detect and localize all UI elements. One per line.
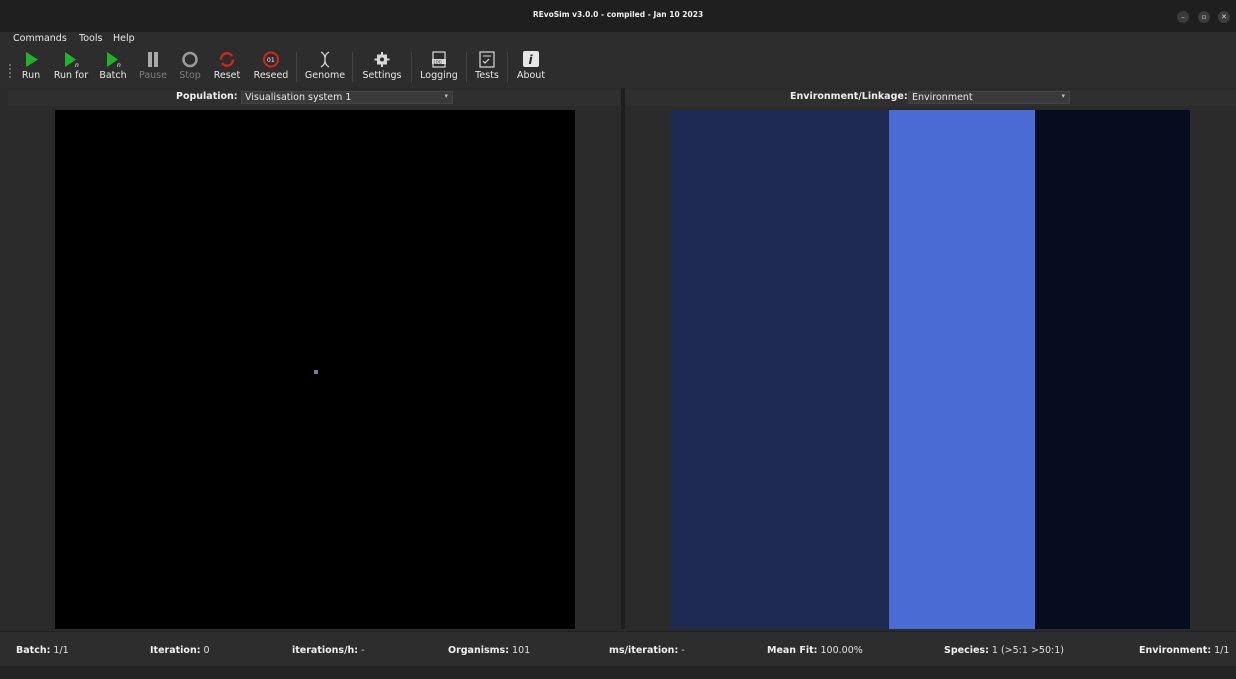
reset-button[interactable]: Reset [209,46,245,88]
environment-header: Environment/Linkage: Environment ▾ [625,90,1236,106]
menu-commands[interactable]: Commands [13,33,67,44]
bottom-strip [0,666,1236,679]
environment-band-dark-blue [671,110,889,629]
status-ms-per-iteration: ms/iteration: - [609,645,685,656]
status-bar: Batch: 1/1 Iteration: 0 iterations/h: - … [0,631,1236,666]
chevron-down-icon: ▾ [1061,92,1065,100]
population-view-select[interactable]: Visualisation system 1 ▾ [241,91,453,104]
play-n-icon: n [65,52,79,68]
svg-text:n: n [117,62,121,68]
environment-band-navy [1035,110,1190,629]
svg-text:LOG: LOG [434,59,442,64]
gear-icon [374,52,390,67]
batch-button[interactable]: n Batch [95,46,131,88]
population-canvas[interactable] [55,110,575,629]
about-button[interactable]: i About [512,46,550,88]
status-mean-fit: Mean Fit: 100.00% [767,645,863,656]
stop-button[interactable]: Stop [174,46,206,88]
dna-icon [320,51,330,68]
status-organisms: Organisms: 101 [448,645,531,656]
checklist-icon [479,51,495,68]
status-species: Species: 1 (>5:1 >50:1) [944,645,1064,656]
close-button[interactable]: ✕ [1218,11,1230,23]
batch-play-icon: n [107,52,121,68]
population-pane [8,108,621,629]
environment-pane [625,108,1236,629]
organism-dot [314,370,318,374]
minimize-button[interactable]: – [1177,11,1189,23]
stop-icon [182,51,198,68]
run-button[interactable]: Run [16,46,46,88]
reseed-icon: 01 [263,51,279,68]
log-icon: LOG [432,51,446,68]
environment-view-select[interactable]: Environment ▾ [908,91,1070,104]
tests-button[interactable]: Tests [471,46,503,88]
info-icon: i [523,51,539,67]
pause-icon [148,52,158,67]
population-label: Population: [176,91,238,102]
settings-button[interactable]: Settings [357,46,407,88]
genome-button[interactable]: Genome [301,46,349,88]
title-bar: REvoSim v3.0.0 - compiled - Jan 10 2023 … [0,0,1236,32]
status-iterations-per-hour: iterations/h: - [292,645,365,656]
pause-button[interactable]: Pause [135,46,171,88]
status-batch: Batch: 1/1 [16,645,69,656]
environment-canvas[interactable] [671,110,1190,629]
environment-label: Environment/Linkage: [790,91,908,102]
logging-button[interactable]: LOG Logging [416,46,462,88]
reseed-button[interactable]: 01 Reseed [249,46,293,88]
population-header: Population: Visualisation system 1 ▾ [8,90,621,106]
toolbar-grip-handle[interactable] [9,64,12,78]
toolbar: Run n Run for n Batch Pause Stop Reset 0… [0,46,1236,88]
play-icon [26,52,38,67]
environment-band-bright-blue [889,110,1035,629]
chevron-down-icon: ▾ [444,92,448,100]
menu-bar: Commands Tools Help [0,32,1236,46]
svg-text:n: n [75,62,79,68]
svg-text:01: 01 [267,57,275,64]
run-for-button[interactable]: n Run for [49,46,93,88]
status-iteration: Iteration: 0 [150,645,210,656]
window-title: REvoSim v3.0.0 - compiled - Jan 10 2023 [532,10,704,19]
reset-icon [219,52,235,67]
status-environment: Environment: 1/1 [1139,645,1230,656]
menu-help[interactable]: Help [113,33,135,44]
maximize-button[interactable]: ▫ [1198,11,1210,23]
menu-tools[interactable]: Tools [79,33,102,44]
